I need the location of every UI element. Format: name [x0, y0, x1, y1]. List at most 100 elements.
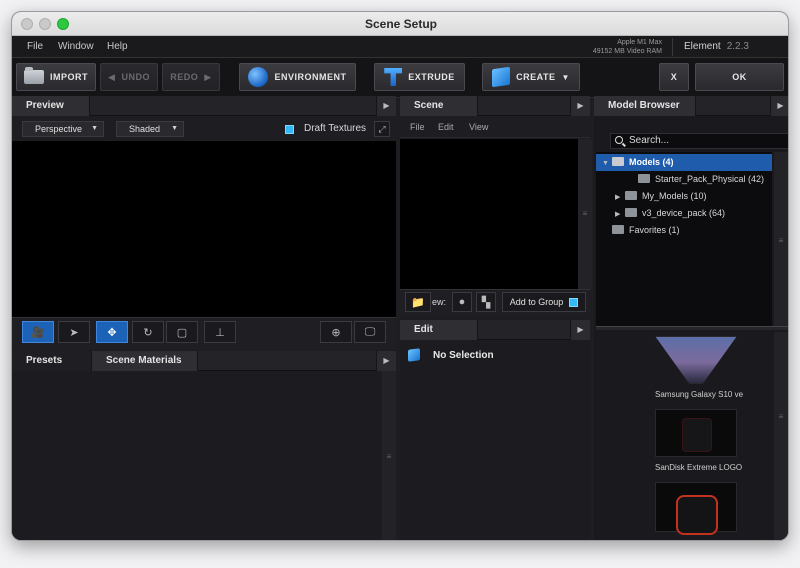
scene-outliner[interactable] [400, 139, 578, 289]
search-placeholder: Search... [629, 135, 670, 146]
preview-panel-header: Preview ▶ [12, 96, 396, 116]
tree-item-label: My_Models (10) [642, 191, 707, 201]
model-browser-expand-arrow-icon[interactable]: ▶ [770, 96, 788, 116]
tab-model-browser[interactable]: Model Browser [594, 96, 696, 116]
chevron-down-icon: ▼ [171, 125, 178, 132]
tab-scene[interactable]: Scene [400, 96, 478, 116]
caret-right-icon[interactable]: ▶ [615, 206, 625, 223]
materials-scrollbar[interactable]: ≡ [382, 371, 396, 540]
extrude-button[interactable]: EXTRUDE [374, 63, 465, 91]
caret-right-icon[interactable]: ▶ [615, 189, 625, 206]
scene-footer-label: ew: [432, 297, 447, 307]
tab-presets[interactable]: Presets [12, 351, 92, 371]
gpu-info: Apple M1 Max 49152 MB Video RAM [593, 38, 662, 56]
scale-tool-icon[interactable]: ▢ [166, 321, 198, 343]
menu-help[interactable]: Help [107, 41, 128, 52]
shading-dropdown[interactable]: Shaded ▼ [116, 121, 184, 137]
preview-viewport[interactable] [12, 141, 396, 317]
edit-panel-header: Edit ▶ [400, 320, 590, 340]
edit-content [400, 340, 590, 540]
materials-content [12, 371, 396, 540]
gpu-vram: 49152 MB Video RAM [592, 48, 662, 55]
cancel-label: X [670, 72, 678, 82]
extrude-text-icon [384, 68, 403, 86]
draft-textures-checkbox[interactable] [285, 125, 294, 134]
scene-menu-view[interactable]: View [469, 122, 488, 132]
tree-item[interactable]: ▶ v3_device_pack (64) [596, 205, 772, 222]
folder-icon [612, 157, 624, 166]
monitor-icon[interactable]: 🖵 [354, 321, 386, 343]
rotate-tool-icon[interactable]: ↻ [132, 321, 164, 343]
ssd-red-shape [676, 495, 718, 535]
add-to-group-button[interactable]: Add to Group [502, 292, 586, 312]
ok-button[interactable]: OK [695, 63, 784, 91]
folder-icon [24, 67, 44, 84]
menu-window[interactable]: Window [58, 41, 94, 52]
undo-button[interactable]: ◀ UNDO [100, 63, 158, 91]
model-browser-header: Model Browser ▶ [594, 96, 788, 116]
thumbnail-scrollbar[interactable]: ≡ [774, 332, 788, 540]
chevron-down-icon: ▼ [91, 125, 98, 132]
create-button[interactable]: CREATE ▼ [482, 63, 580, 91]
camera-tool-icon[interactable]: 🎥 [22, 321, 54, 343]
projection-value: Perspective [35, 124, 83, 134]
model-tree-scrollbar[interactable]: ≡ [774, 152, 788, 330]
menu-divider [672, 38, 673, 56]
thumbnail-label-1: Samsung Galaxy S10 ve [655, 390, 744, 399]
projection-dropdown[interactable]: Perspective ▼ [22, 121, 104, 137]
scene-expand-arrow-icon[interactable]: ▶ [570, 96, 590, 116]
shading-value: Shaded [129, 124, 161, 134]
scene-scrollbar[interactable]: ≡ [578, 139, 592, 289]
chevron-down-icon: ▼ [561, 72, 570, 82]
ok-label: OK [732, 72, 747, 82]
scene-panel-header: Scene ▶ [400, 96, 590, 116]
thumbnail-image-3[interactable] [655, 482, 737, 535]
preview-expand-arrow-icon[interactable]: ▶ [376, 96, 396, 116]
extrude-label: EXTRUDE [408, 72, 455, 82]
environment-button[interactable]: ENVIRONMENT [239, 63, 356, 91]
sphere-icon[interactable]: ● [452, 292, 472, 312]
redo-button[interactable]: REDO ▶ [162, 63, 220, 91]
target-icon[interactable]: ⊕ [320, 321, 352, 343]
tree-item[interactable]: ▼ Models (4) [596, 154, 772, 171]
tab-preview[interactable]: Preview [12, 96, 90, 116]
edit-expand-arrow-icon[interactable]: ▶ [570, 320, 590, 340]
cube-icon [408, 348, 420, 362]
ssd-shape [682, 418, 712, 452]
menu-file[interactable]: File [27, 41, 43, 52]
panel-splitter[interactable] [596, 326, 788, 330]
cube-icon [492, 66, 511, 88]
tab-scene-materials[interactable]: Scene Materials [92, 351, 198, 371]
tree-item[interactable]: ▶ My_Models (10) [596, 188, 772, 205]
group-icon[interactable]: ▚ [476, 292, 496, 312]
scene-menu-edit[interactable]: Edit [438, 122, 454, 132]
chevron-right-icon: ▶ [204, 71, 212, 82]
scene-menu-file[interactable]: File [410, 122, 425, 132]
import-button[interactable]: IMPORT [16, 63, 96, 91]
tree-item[interactable]: Favorites (1) [596, 222, 772, 239]
tab-edit[interactable]: Edit [400, 320, 478, 340]
materials-panel-header: Presets Scene Materials ▶ [12, 351, 396, 371]
folder-icon [625, 208, 637, 217]
environment-label: ENVIRONMENT [274, 72, 347, 82]
move-tool-icon[interactable]: ✥ [96, 321, 128, 343]
select-tool-icon[interactable]: ➤ [58, 321, 90, 343]
thumbnail-image-2[interactable] [655, 409, 737, 457]
cancel-button[interactable]: X [659, 63, 689, 91]
redo-label: REDO [170, 72, 199, 82]
maximize-viewport-icon[interactable]: ⤢ [374, 121, 390, 137]
thumbnail-label-2: SanDisk Extreme LOGO [655, 463, 743, 472]
axis-tool-icon[interactable]: ⊥ [204, 321, 236, 343]
menu-bar: File Window Help Apple M1 Max 49152 MB V… [12, 36, 788, 58]
caret-down-icon[interactable]: ▼ [602, 155, 612, 172]
new-folder-icon[interactable]: 📁 [405, 292, 431, 312]
folder-icon [625, 191, 637, 200]
materials-expand-arrow-icon[interactable]: ▶ [376, 351, 396, 371]
tree-item-label: Starter_Pack_Physical (42) [655, 174, 765, 184]
model-search-input[interactable]: Search... [610, 133, 788, 149]
add-to-group-checkbox[interactable] [569, 297, 579, 307]
tree-item-label: Favorites (1) [629, 225, 680, 235]
tree-item[interactable]: Starter_Pack_Physical (42) [596, 171, 772, 188]
folder-icon [638, 174, 650, 183]
model-tree: ▼ Models (4) Starter_Pack_Physical (42) ▶ My… [596, 152, 772, 330]
